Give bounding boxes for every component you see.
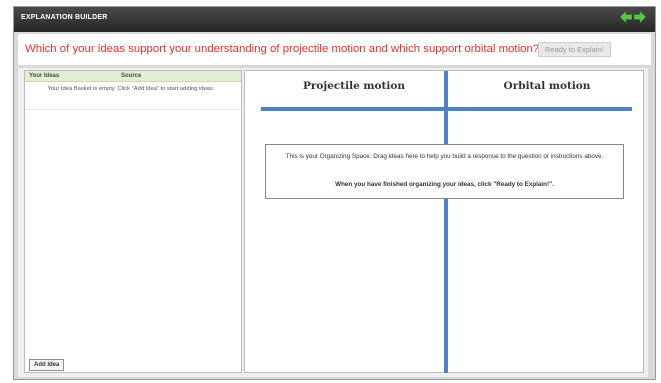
idea-basket: Your Ideas Source Your Idea Basket is em…	[24, 70, 242, 373]
idea-basket-header: Your Ideas Source	[25, 71, 241, 82]
ready-to-explain-button[interactable]: Ready to Explain!	[538, 42, 611, 57]
column-header-source: Source	[121, 73, 142, 79]
workspace: Your Ideas Source Your Idea Basket is em…	[18, 68, 648, 377]
organizing-instructions-box: This is your Organizing Space. Drag idea…	[265, 144, 624, 199]
title-bar: EXPLANATION BUILDER	[14, 7, 655, 32]
empty-basket-message: Your Idea Basket is empty. Click "Add Id…	[47, 86, 215, 92]
arrow-right-icon[interactable]	[633, 10, 647, 28]
question-text: Which of your ideas support your underst…	[25, 43, 540, 55]
organizing-instructions: This is your Organizing Space. Drag idea…	[285, 153, 604, 160]
divider	[25, 109, 241, 110]
finish-instructions: When you have finished organizing your i…	[335, 181, 554, 188]
question-bar: Which of your ideas support your underst…	[18, 34, 651, 65]
window-title: EXPLANATION BUILDER	[21, 14, 108, 21]
explanation-builder-window: EXPLANATION BUILDER Which of your ideas …	[13, 6, 656, 380]
column-header-orbital-motion: Orbital motion	[503, 80, 591, 92]
organizing-space[interactable]: Projectile motion Orbital motion This is…	[244, 70, 644, 373]
arrow-left-icon[interactable]	[619, 10, 633, 28]
column-header-your-ideas: Your Ideas	[29, 73, 60, 79]
navigation-arrows	[617, 10, 649, 28]
column-header-projectile-motion: Projectile motion	[302, 80, 406, 92]
vertical-divider	[444, 71, 448, 373]
add-idea-button[interactable]: Add Idea	[29, 359, 65, 371]
